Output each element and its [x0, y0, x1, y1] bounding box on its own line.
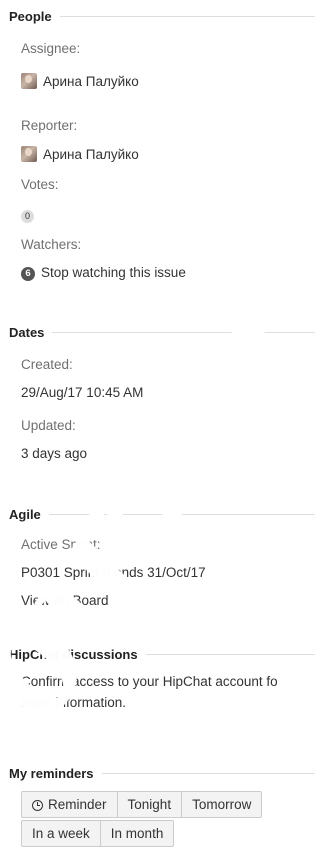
reminders-module-header[interactable]: My reminders	[9, 766, 315, 781]
assignee-user[interactable]: Арина Палуйко	[21, 73, 139, 89]
hipchat-confirm-line-2: more information.	[21, 695, 127, 710]
in-a-week-button[interactable]: In a week	[21, 820, 101, 847]
reminders-divider	[101, 773, 315, 774]
dates-module-header[interactable]: Dates	[9, 325, 315, 340]
people-module-header[interactable]: People	[9, 9, 315, 24]
votes-badge[interactable]: 0	[21, 206, 34, 224]
watchers-count[interactable]: 6	[21, 267, 35, 281]
agile-module-header[interactable]: Agile	[9, 507, 315, 522]
user-avatar-icon	[21, 73, 37, 89]
stop-watching-link[interactable]: Stop watching this issue	[41, 265, 186, 280]
votes-count[interactable]: 0	[21, 210, 34, 223]
people-heading: People	[9, 9, 52, 24]
sprint-row: P0301 Sprint 9 ends 31/Oct/17	[21, 565, 206, 580]
assignee-label: Assignee:	[21, 41, 81, 56]
view-on-board-link[interactable]: View on Board	[21, 593, 109, 608]
hipchat-module-header[interactable]: HipChat discussions	[9, 647, 315, 662]
dates-heading: Dates	[9, 325, 45, 340]
agile-divider	[48, 514, 315, 515]
agile-heading: Agile	[9, 507, 41, 522]
reminder-buttons-row-2: In a week In month	[21, 820, 175, 847]
assignee-name[interactable]: Арина Палуйко	[43, 74, 139, 89]
dates-divider	[52, 332, 315, 333]
watchers-label: Watchers:	[21, 237, 82, 252]
reporter-label: Reporter:	[21, 118, 78, 133]
in-month-button[interactable]: In month	[99, 820, 175, 847]
watchers-row: 6 Stop watching this issue	[21, 265, 186, 281]
sprint-ends: ends 31/Oct/17	[114, 565, 206, 580]
reminder-buttons-row-1: Reminder Tonight Tomorrow	[21, 791, 263, 818]
active-sprint-label: Active Sprint:	[21, 537, 101, 552]
created-label: Created:	[21, 357, 73, 372]
created-value: 29/Aug/17 10:45 AM	[21, 385, 144, 400]
reminder-button[interactable]: Reminder	[21, 791, 118, 818]
votes-label: Votes:	[21, 177, 59, 192]
tomorrow-button[interactable]: Tomorrow	[181, 791, 263, 818]
updated-value: 3 days ago	[21, 446, 88, 461]
hipchat-heading: HipChat discussions	[9, 647, 138, 662]
reminders-heading: My reminders	[9, 766, 94, 781]
reporter-user[interactable]: Арина Палуйко	[21, 146, 139, 162]
user-avatar-icon	[21, 146, 37, 162]
hipchat-divider	[145, 654, 315, 655]
tonight-button[interactable]: Tonight	[116, 791, 183, 818]
people-divider	[59, 16, 315, 17]
sprint-link[interactable]: P0301 Sprint 9	[21, 565, 110, 580]
clock-icon	[32, 800, 43, 811]
reminder-button-label: Reminder	[48, 797, 107, 812]
hipchat-confirm-line-1[interactable]: Confirm access to your HipChat account f…	[21, 674, 278, 689]
updated-label: Updated:	[21, 418, 76, 433]
reporter-name[interactable]: Арина Палуйко	[43, 147, 139, 162]
